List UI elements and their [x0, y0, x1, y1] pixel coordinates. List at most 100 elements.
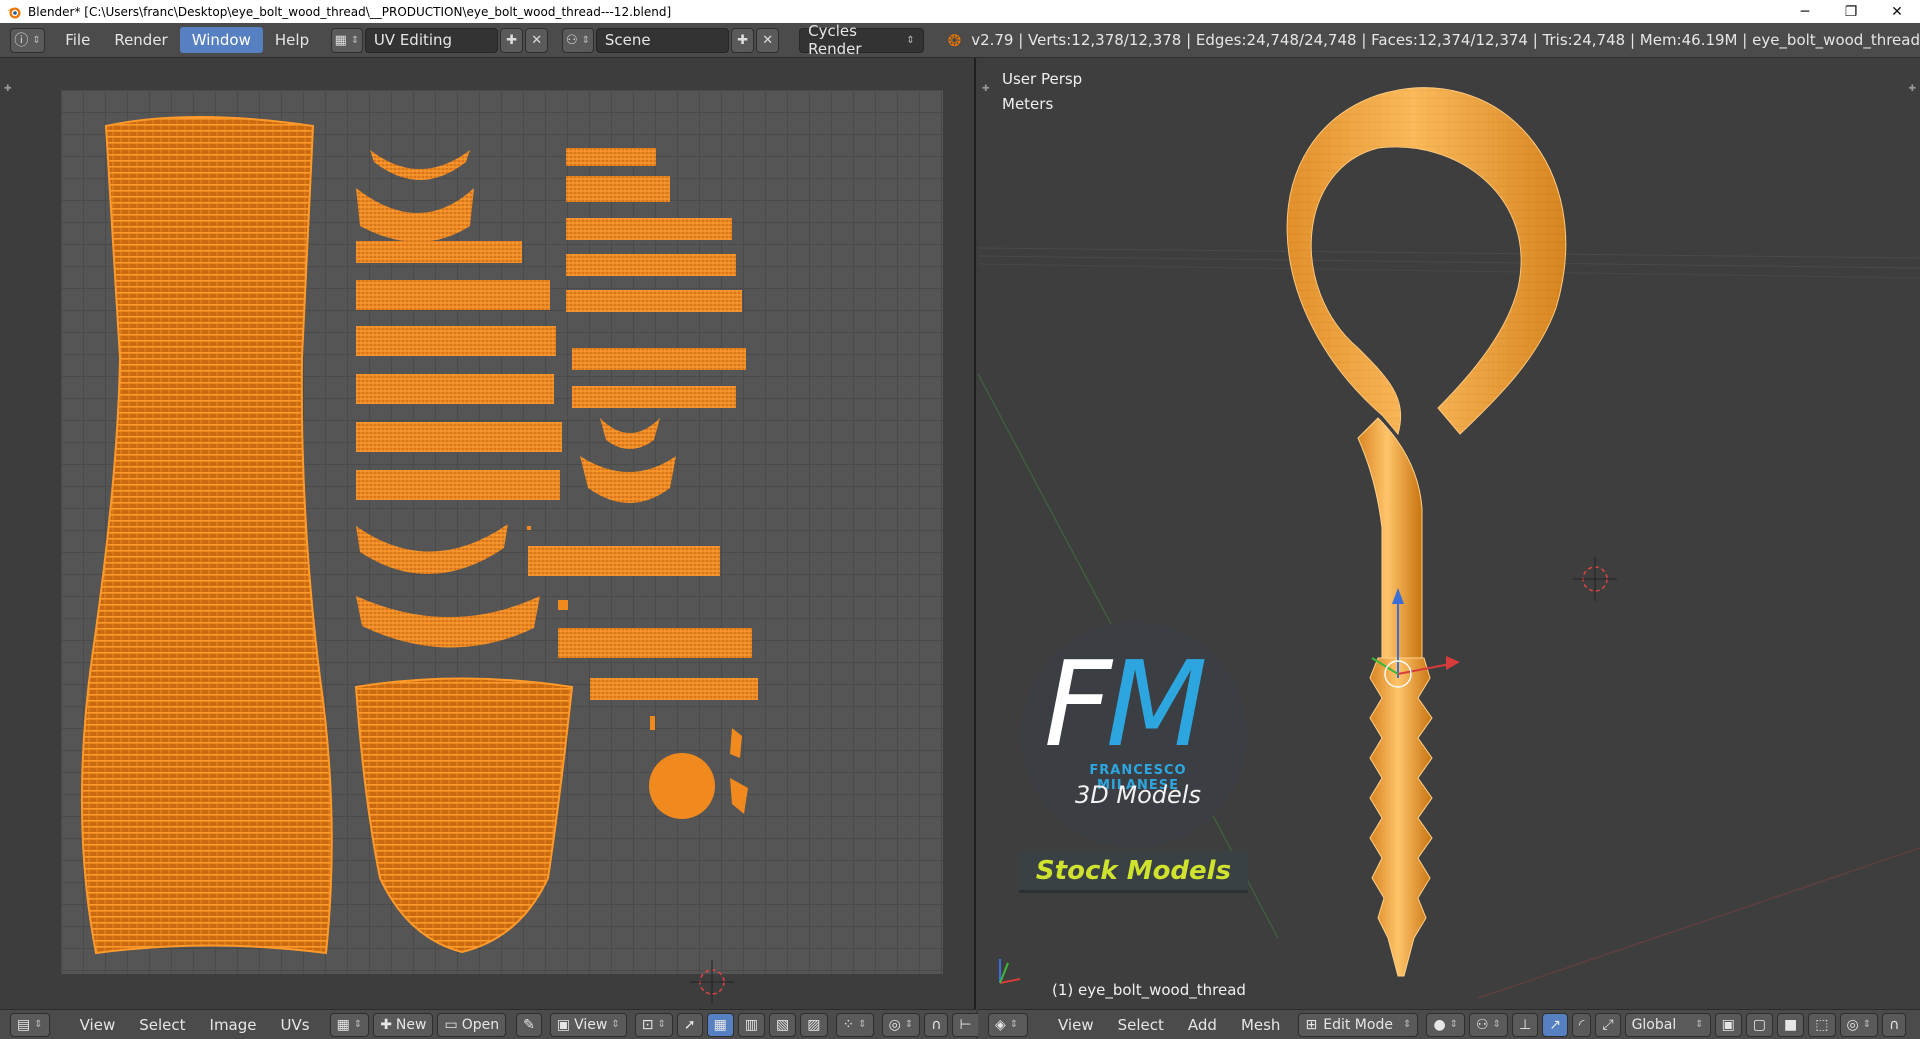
- uv-view-mode-label: View: [574, 1016, 608, 1033]
- uv-island-arc: [356, 188, 474, 242]
- uv-menu-uvs[interactable]: UVs: [269, 1016, 322, 1034]
- delete-layout-button[interactable]: ✕: [525, 27, 549, 53]
- chevron-down-icon: ⇕: [1449, 1019, 1459, 1030]
- island-select-button[interactable]: ▨: [800, 1012, 828, 1037]
- proportional-edit-3d-button[interactable]: ◎ ⇕: [1839, 1012, 1879, 1037]
- menu-help[interactable]: Help: [263, 27, 321, 53]
- add-layout-button[interactable]: ✚: [500, 27, 524, 53]
- vertex-select-mode-button[interactable]: ▣: [1714, 1012, 1742, 1037]
- brand-logo-f: F: [1044, 635, 1112, 773]
- vertex-select-icon: ▣: [1721, 1016, 1735, 1033]
- folder-icon: ▭: [444, 1016, 458, 1033]
- manipulator-toggle-button[interactable]: ⊥: [1512, 1012, 1539, 1037]
- sphere-icon: ●: [1433, 1016, 1446, 1033]
- 3d-menu-mesh[interactable]: Mesh: [1229, 1016, 1293, 1034]
- layout-icon: ▦: [334, 32, 347, 48]
- face-select-icon: ▧: [776, 1016, 790, 1033]
- occlude-geometry-button[interactable]: ⬚: [1808, 1012, 1836, 1037]
- uv-view-mode-select[interactable]: ▣ View ⇕: [549, 1012, 627, 1037]
- close-icon: ✕: [531, 32, 543, 48]
- minimize-button[interactable]: ─: [1782, 0, 1828, 23]
- uv-island-arc: [580, 456, 676, 503]
- 2d-cursor-icon: [690, 960, 734, 1004]
- add-scene-button[interactable]: ✚: [731, 27, 755, 53]
- arrow-icon: ↗: [1549, 1016, 1561, 1033]
- chevron-down-icon: ⇕: [858, 1019, 867, 1030]
- pivot-point-button[interactable]: ⚇ ⇕: [1469, 1012, 1508, 1037]
- pin-icon: ✎: [523, 1016, 535, 1033]
- face-select-mode-button[interactable]: ■: [1777, 1012, 1805, 1037]
- brand-subtitle: 3D Models: [1075, 781, 1201, 809]
- 3d-menu-select[interactable]: Select: [1106, 1016, 1176, 1034]
- new-image-label: New: [395, 1016, 427, 1033]
- vertex-select-icon: ▦: [713, 1016, 727, 1033]
- scene-name: Scene: [604, 31, 651, 49]
- 3d-menu-view[interactable]: View: [1046, 1016, 1106, 1034]
- 3d-menu-add[interactable]: Add: [1176, 1016, 1229, 1034]
- uv-menu-image[interactable]: Image: [198, 1016, 269, 1034]
- proportional-edit-button[interactable]: ◎ ⇕: [881, 1012, 921, 1037]
- translate-manipulator-button[interactable]: ↗: [1542, 1012, 1568, 1037]
- chevron-down-icon: ⇕: [1862, 1019, 1872, 1030]
- sync-selection-button[interactable]: ➚: [676, 1012, 703, 1037]
- axis-gizmo-icon: [999, 959, 1021, 984]
- scene-field[interactable]: Scene: [595, 27, 730, 53]
- image-browse-button[interactable]: ▦ ⇕: [329, 1012, 370, 1037]
- uv-menu-select[interactable]: Select: [127, 1016, 197, 1034]
- edge-select-mode-button[interactable]: ▢: [1745, 1012, 1774, 1037]
- uv-islands: [80, 116, 758, 1004]
- pin-button[interactable]: ✎: [516, 1012, 542, 1037]
- face-select-button[interactable]: ▧: [769, 1012, 797, 1037]
- rotate-manipulator-button[interactable]: ◜: [1571, 1012, 1592, 1037]
- info-editor-type-button[interactable]: ⓘ ⇕: [10, 27, 46, 53]
- render-engine-select[interactable]: Cycles Render ⇕: [799, 22, 924, 58]
- manipulator-icon: ⊥: [1519, 1016, 1532, 1033]
- pivot-icon: ⚇: [1476, 1016, 1489, 1033]
- open-image-button[interactable]: ▭ Open: [437, 1012, 507, 1037]
- layout-selector-button[interactable]: ▦ ⇕: [331, 27, 363, 53]
- chevron-down-icon: ⇕: [1695, 1019, 1704, 1030]
- 3d-viewport-header: ◈ ⇕ View Select Add Mesh ⊞ Edit Mode ⇕ ● ⇕ ⚇…: [978, 1009, 1920, 1039]
- sticky-select-button[interactable]: ⁘ ⇕: [835, 1012, 874, 1037]
- uv-island-arc: [370, 150, 470, 180]
- 3d-editor-type-button[interactable]: ◈ ⇕: [988, 1012, 1028, 1037]
- viewport-shading-button[interactable]: ● ⇕: [1426, 1012, 1466, 1037]
- cursor-arrow-icon: ➚: [683, 1016, 696, 1033]
- occlude-icon: ⬚: [1815, 1016, 1829, 1033]
- magnet-icon: ∩: [931, 1016, 942, 1033]
- brand-logo-m: M: [1105, 635, 1208, 773]
- chevron-down-icon: ⇕: [1403, 1019, 1412, 1030]
- transform-orientation-select[interactable]: Global ⇕: [1624, 1012, 1711, 1037]
- edge-select-button[interactable]: ▥: [737, 1012, 766, 1037]
- snap-3d-button[interactable]: ∩: [1882, 1012, 1907, 1037]
- uv-menu-view[interactable]: View: [68, 1016, 128, 1034]
- vertex-select-button[interactable]: ▦: [706, 1012, 734, 1037]
- uv-image-editor[interactable]: ✚: [0, 58, 976, 1009]
- menu-file[interactable]: File: [53, 27, 102, 53]
- chevron-down-icon: ⇕: [906, 34, 915, 46]
- info-header: ⓘ ⇕ File Render Window Help ▦ ⇕ UV Editing…: [0, 22, 1920, 58]
- island-select-icon: ▨: [807, 1016, 821, 1033]
- menu-window[interactable]: Window: [179, 27, 263, 53]
- snap-button[interactable]: ∩: [924, 1012, 949, 1037]
- layout-field[interactable]: UV Editing: [364, 27, 499, 53]
- uv-island-arc: [600, 418, 660, 449]
- uv-editor-type-button[interactable]: ▤ ⇕: [10, 1012, 50, 1037]
- chevron-down-icon: ⇕: [657, 1019, 666, 1030]
- uv-island-tip: [354, 677, 574, 954]
- edit-mode-icon: ⊞: [1305, 1016, 1318, 1033]
- scene-selector-button[interactable]: ⚇ ⇕: [562, 27, 594, 53]
- maximize-button[interactable]: ❐: [1828, 0, 1874, 23]
- interaction-mode-select[interactable]: ⊞ Edit Mode ⇕: [1298, 1012, 1419, 1037]
- window-title: Blender* [C:\Users\franc\Desktop\eye_bol…: [28, 4, 672, 19]
- uv-island-arc: [356, 596, 540, 648]
- delete-scene-button[interactable]: ✕: [756, 27, 780, 53]
- snap-element-icon: ⊢: [959, 1016, 972, 1033]
- image-icon: ▦: [336, 1016, 350, 1033]
- plus-icon: ✚: [737, 32, 749, 48]
- scale-manipulator-button[interactable]: ⤢: [1595, 1012, 1621, 1037]
- new-image-button[interactable]: ✚ New: [373, 1012, 434, 1037]
- pivot-button[interactable]: ⊡ ⇕: [634, 1012, 673, 1037]
- menu-render[interactable]: Render: [102, 27, 179, 53]
- close-button[interactable]: ✕: [1874, 0, 1920, 23]
